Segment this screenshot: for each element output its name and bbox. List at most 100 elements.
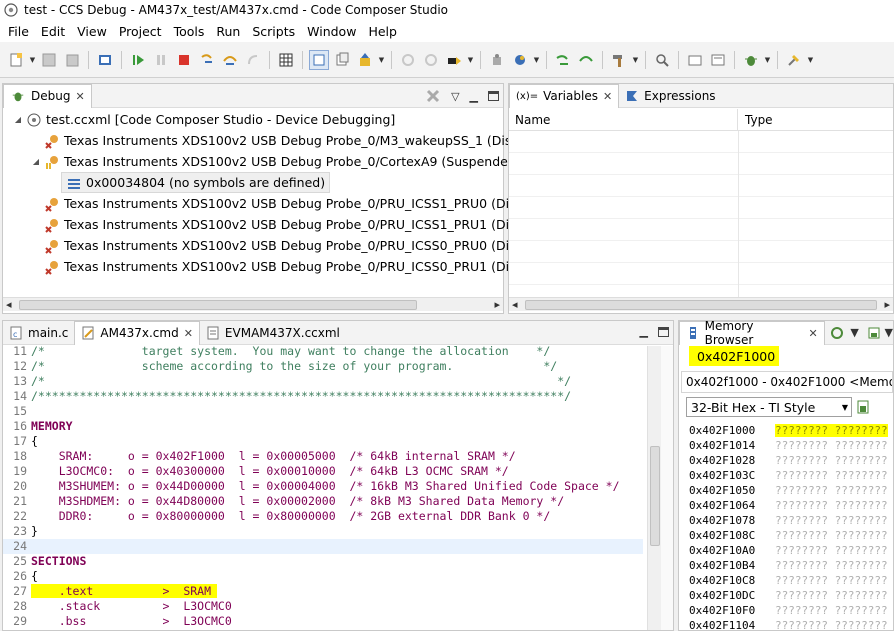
memory-row[interactable]: 0x402F103C ???????? ???????? — [689, 468, 894, 483]
copy-icon[interactable] — [332, 50, 352, 70]
close-icon[interactable]: ✕ — [603, 90, 612, 103]
new-memory-tab-icon[interactable] — [867, 326, 881, 340]
stack-frame[interactable]: 0x00034804 (no symbols are defined) — [61, 172, 331, 193]
memory-row[interactable]: 0x402F1064 ???????? ???????? — [689, 498, 894, 513]
assembly-step-icon[interactable] — [553, 50, 573, 70]
load-dropdown-icon[interactable]: ▼ — [378, 50, 385, 70]
memory-address-input[interactable]: 0x402F1000 — [689, 346, 779, 366]
console-icon[interactable] — [95, 50, 115, 70]
debug-options-icon[interactable] — [444, 50, 464, 70]
minimize-icon[interactable]: ▁ — [470, 90, 478, 103]
debug-horizontal-scrollbar[interactable]: ◂ ▸ — [3, 297, 503, 311]
run-target-icon[interactable] — [510, 50, 530, 70]
instruction-step-icon[interactable] — [309, 49, 329, 70]
new-dropdown-icon[interactable]: ▼ — [29, 50, 36, 70]
menu-scripts[interactable]: Scripts — [246, 24, 301, 39]
new-rendering-icon[interactable] — [856, 400, 870, 414]
tab-main-c[interactable]: c main.c — [3, 321, 74, 345]
memory-menu-dropdown-icon[interactable]: ▼ — [885, 326, 893, 339]
tree-item-core[interactable]: ◢ Texas Instruments XDS100v2 USB Debug P… — [31, 151, 521, 172]
reset-cpu-icon[interactable] — [421, 50, 441, 70]
scroll-left-icon[interactable]: ◂ — [6, 298, 12, 311]
menu-edit[interactable]: Edit — [35, 24, 71, 39]
terminate-icon[interactable] — [174, 50, 194, 70]
column-header-type[interactable]: Type — [738, 113, 773, 127]
run-dropdown-icon[interactable]: ▼ — [533, 50, 540, 70]
debug-dropdown-icon[interactable]: ▼ — [467, 50, 474, 70]
debug-bug-icon[interactable] — [741, 50, 761, 70]
memory-row[interactable]: 0x402F108C ???????? ???????? — [689, 528, 894, 543]
pin-icon[interactable] — [784, 50, 804, 70]
code-area[interactable]: 11 /* target system. You may want to chan… — [3, 344, 643, 629]
open-file-icon[interactable] — [685, 50, 705, 70]
restart-icon[interactable] — [398, 50, 418, 70]
scroll-thumb[interactable] — [19, 300, 417, 310]
new-icon[interactable] — [6, 50, 26, 70]
search-icon[interactable] — [652, 50, 672, 70]
tree-item-ccxml[interactable]: ◢ test.ccxml [Code Composer Studio - Dev… — [13, 109, 395, 130]
tab-am437x-cmd[interactable]: AM437x.cmd ✕ — [74, 320, 200, 345]
memory-row[interactable]: 0x402F1014 ???????? ???????? — [689, 438, 894, 453]
assembly-over-icon[interactable] — [576, 50, 596, 70]
save-all-icon[interactable] — [62, 50, 82, 70]
memory-options-dropdown-icon[interactable]: ▼ — [850, 326, 858, 339]
step-into-icon[interactable] — [197, 50, 217, 70]
memory-row[interactable]: 0x402F10C8 ???????? ???????? — [689, 573, 894, 588]
terminal-icon[interactable] — [708, 50, 728, 70]
scroll-right-icon[interactable]: ▸ — [494, 298, 500, 311]
tab-debug[interactable]: Debug ✕ — [3, 83, 92, 108]
step-return-icon[interactable] — [243, 50, 263, 70]
memory-row[interactable]: 0x402F1104 ???????? ???????? — [689, 618, 894, 631]
tab-variables[interactable]: (x)= Variables ✕ — [509, 83, 620, 108]
close-icon[interactable]: ✕ — [184, 327, 193, 340]
connect-icon[interactable] — [487, 50, 507, 70]
memory-format-select[interactable]: 32-Bit Hex - TI Style ▼ — [686, 397, 852, 417]
maximize-icon[interactable] — [488, 91, 499, 101]
tab-memory-browser[interactable]: Memory Browser ✕ — [679, 319, 825, 347]
close-icon[interactable]: ✕ — [808, 327, 817, 340]
remove-all-terminated-icon[interactable] — [425, 88, 441, 104]
tree-item-core[interactable]: Texas Instruments XDS100v2 USB Debug Pro… — [31, 130, 526, 151]
build-icon[interactable] — [609, 50, 629, 70]
menu-help[interactable]: Help — [362, 24, 403, 39]
grid-icon[interactable] — [276, 50, 296, 70]
refresh-memory-icon[interactable] — [829, 325, 845, 341]
view-menu-icon[interactable]: ▽ — [451, 90, 459, 103]
debug-bug-dropdown-icon[interactable]: ▼ — [764, 50, 771, 70]
scroll-right-icon[interactable]: ▸ — [884, 298, 890, 311]
memory-row[interactable]: 0x402F10F0 ???????? ???????? — [689, 603, 894, 618]
menu-run[interactable]: Run — [210, 24, 246, 39]
build-dropdown-icon[interactable]: ▼ — [632, 50, 639, 70]
menu-tools[interactable]: Tools — [168, 24, 211, 39]
scroll-thumb[interactable] — [525, 300, 877, 310]
menu-project[interactable]: Project — [113, 24, 168, 39]
scroll-left-icon[interactable]: ◂ — [512, 298, 518, 311]
memory-row[interactable]: 0x402F10A0 ???????? ???????? — [689, 543, 894, 558]
menu-file[interactable]: File — [2, 24, 35, 39]
load-program-icon[interactable] — [355, 50, 375, 70]
tree-item-core[interactable]: Texas Instruments XDS100v2 USB Debug Pro… — [31, 193, 530, 214]
scroll-thumb[interactable] — [650, 446, 660, 546]
column-header-name[interactable]: Name — [509, 113, 737, 127]
suspend-icon[interactable] — [151, 50, 171, 70]
memory-row[interactable]: 0x402F1078 ???????? ???????? — [689, 513, 894, 528]
minimize-icon[interactable]: ▁ — [640, 325, 648, 338]
collapse-icon[interactable]: ◢ — [13, 115, 23, 124]
close-icon[interactable]: ✕ — [75, 90, 84, 103]
menu-window[interactable]: Window — [301, 24, 362, 39]
tree-item-core[interactable]: Texas Instruments XDS100v2 USB Debug Pro… — [31, 214, 530, 235]
tree-item-core[interactable]: Texas Instruments XDS100v2 USB Debug Pro… — [31, 256, 530, 277]
resume-icon[interactable] — [128, 50, 148, 70]
memory-row[interactable]: 0x402F1000 ???????? ???????? — [689, 423, 894, 438]
tab-evmam437x-ccxml[interactable]: EVMAM437X.ccxml — [200, 321, 346, 345]
collapse-icon[interactable]: ◢ — [31, 157, 41, 166]
tree-item-core[interactable]: Texas Instruments XDS100v2 USB Debug Pro… — [31, 235, 530, 256]
memory-row[interactable]: 0x402F10DC ???????? ???????? — [689, 588, 894, 603]
memory-row[interactable]: 0x402F10B4 ???????? ???????? — [689, 558, 894, 573]
menu-view[interactable]: View — [71, 24, 113, 39]
memory-row[interactable]: 0x402F1028 ???????? ???????? — [689, 453, 894, 468]
pin-dropdown-icon[interactable]: ▼ — [807, 50, 814, 70]
save-icon[interactable] — [39, 50, 59, 70]
editor-vertical-scrollbar[interactable] — [647, 346, 661, 630]
tab-expressions[interactable]: Expressions — [619, 84, 721, 108]
